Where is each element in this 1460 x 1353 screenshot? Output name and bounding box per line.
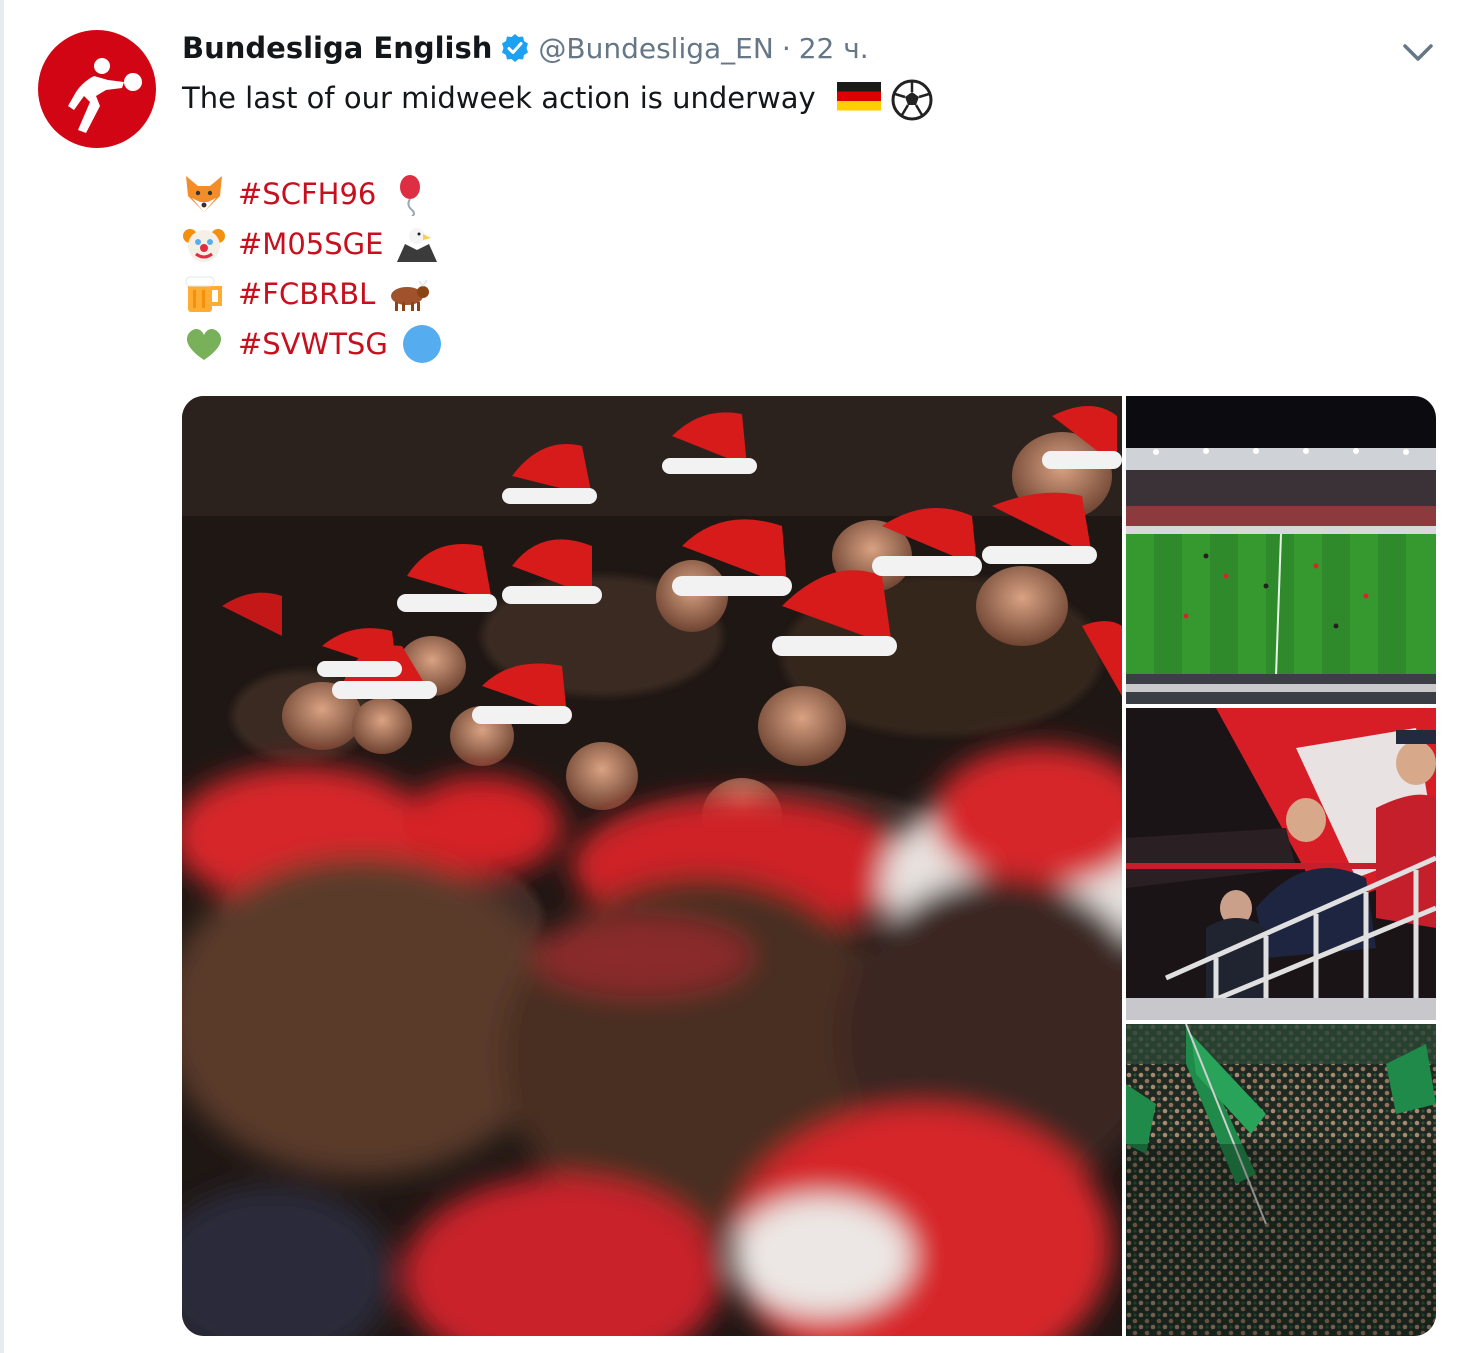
fox-icon [182,172,226,216]
balloon-icon [388,172,432,217]
beer-mug-icon [182,272,226,316]
blue-circle-icon [400,322,444,366]
hashtag-line: #FCBRBL [182,272,431,316]
timeline-border [0,0,4,1353]
tweet-text-content: The last of our midweek action is underw… [182,81,816,115]
verified-badge-icon [500,33,530,63]
hashtag-link[interactable]: #SVWTSG [238,327,388,361]
soccer-ball-icon [890,78,934,122]
tweet-timestamp[interactable]: 22 ч. [799,32,869,65]
eagle-icon [395,222,439,266]
hashtag-line: #SCFH96 [182,172,432,217]
green-fans-crowd-photo[interactable] [1126,1024,1436,1336]
bull-icon [387,272,431,316]
tweet-header: Bundesliga English @Bundesliga_EN · 22 ч… [182,26,869,70]
hashtag-line: #SVWTSG [182,322,444,366]
clown-face-icon [182,222,226,266]
author-name[interactable]: Bundesliga English [182,31,492,65]
hashtag-link[interactable]: #FCBRBL [238,277,375,311]
germany-flag-icon [836,80,881,112]
chevron-down-icon[interactable] [1400,38,1436,66]
author-handle[interactable]: @Bundesliga_EN [538,32,773,65]
bundesliga-logo-icon [68,58,142,133]
crowd-in-santa-hats-photo[interactable] [182,396,1122,1336]
meta-separator: · [781,31,791,65]
green-heart-icon [182,322,226,366]
media-grid [182,396,1436,1336]
hashtag-line: #M05SGE [182,222,439,266]
hashtag-link[interactable]: #SCFH96 [238,177,376,211]
fans-with-flag-photo[interactable] [1126,708,1436,1020]
hashtag-link[interactable]: #M05SGE [238,227,383,261]
tweet-text: The last of our midweek action is underw… [182,76,934,122]
stadium-pitch-photo[interactable] [1126,396,1436,704]
avatar[interactable] [38,30,156,148]
